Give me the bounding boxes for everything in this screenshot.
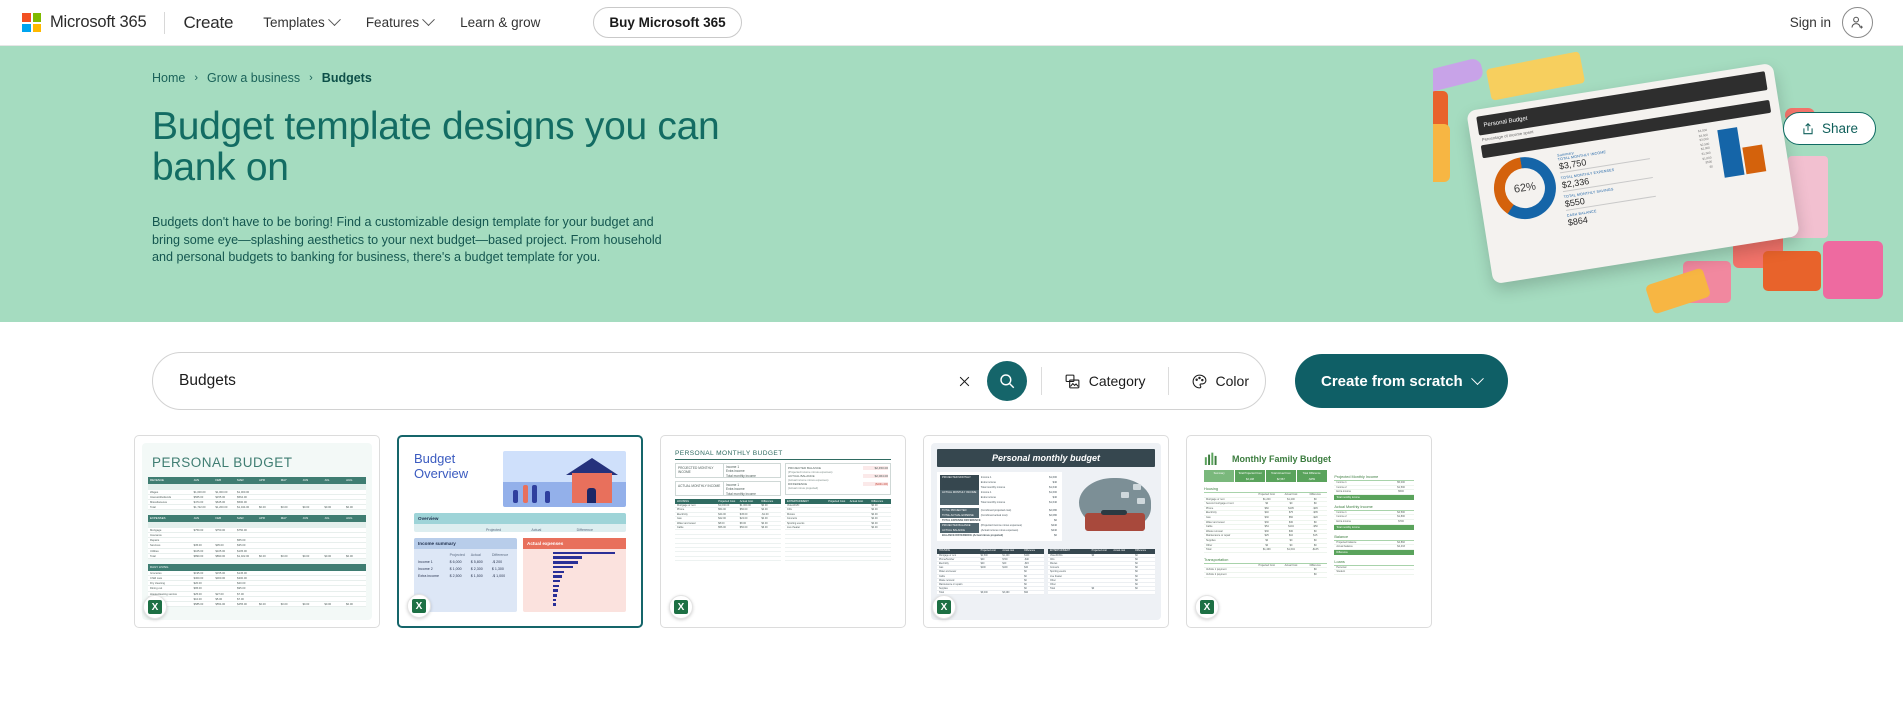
thumb-table-entertainment: ENTERTAINMENT Projected cost Actual cost Di… [1048, 549, 1155, 596]
nav-divider [164, 11, 166, 34]
summary-strip: Summary Total Projected Cost $2,108 Total… [1204, 470, 1327, 482]
category-images-icon [1065, 374, 1080, 388]
thumb-table: DAILY LIVING Groceries $195.00 $155.00 $145… [148, 563, 366, 608]
filter-category-label: Category [1088, 373, 1146, 389]
thumb-title: Monthly Family Budget [1232, 453, 1331, 464]
share-button[interactable]: Share [1782, 112, 1876, 145]
breadcrumb-separator: › [309, 72, 313, 84]
thumb-table-housing: HOUSING Projected Cost Actual Cost Differen… [675, 499, 781, 562]
clear-search-button[interactable] [951, 367, 979, 395]
page-title: Budget template designs you can bank on [152, 105, 720, 189]
template-thumbnail: PERSONAL MONTHLY BUDGET PROJECTED MONTHL… [668, 443, 898, 620]
thumb-table: EXPENSES JAN FEB MAR APR MAY JUN JUL AUG Mortgag… [148, 515, 366, 559]
toolbar-divider [1167, 367, 1169, 395]
nav-item-templates[interactable]: Templates [263, 13, 341, 30]
nav-item-learn-and-grow-label: Learn & grow [460, 15, 541, 30]
palette-icon [1192, 374, 1206, 388]
top-navigation-bar: Microsoft 365 Create Templates Features … [0, 0, 1903, 46]
thumb-table-housing: HOUSING Projected cost Actual cost Differen… [937, 549, 1044, 596]
template-card-personal-monthly-budget[interactable]: PERSONAL MONTHLY BUDGET PROJECTED MONTHL… [660, 435, 906, 628]
filter-color-label: Color [1215, 373, 1249, 389]
breadcrumb: Home › Grow a business › Budgets [152, 71, 1903, 85]
nav-items: Templates Features Learn & grow Buy Micr… [263, 7, 742, 38]
nav-right-group: Sign in [1790, 7, 1881, 38]
actual-expenses-chart: Actual expenses [523, 537, 626, 612]
thumb-title: Personal monthly budget [937, 449, 1155, 467]
create-link[interactable]: Create [183, 13, 233, 33]
breadcrumb-item-budgets: Budgets [321, 71, 372, 85]
nav-item-templates-label: Templates [263, 15, 325, 30]
thumb-title: PERSONAL MONTHLY BUDGET [675, 450, 891, 460]
excel-file-badge: X [143, 595, 167, 619]
template-card-monthly-family-budget[interactable]: Monthly Family Budget Summary Total Proj… [1186, 435, 1432, 628]
thumb-title: Budget Overview [414, 451, 469, 481]
chevron-down-icon [1470, 371, 1484, 385]
search-input[interactable] [179, 372, 951, 390]
nav-item-learn-and-grow[interactable]: Learn & grow [460, 15, 540, 30]
template-card-personal-budget[interactable]: PERSONAL BUDGET REVENUE JAN FEB MAR APR MAY JU… [134, 435, 380, 628]
magnifier-icon [1000, 374, 1014, 389]
excel-file-badge: X [932, 595, 956, 619]
breadcrumb-item-grow-a-business[interactable]: Grow a business [207, 71, 300, 85]
filter-color-button[interactable]: Color [1183, 373, 1257, 390]
template-thumbnail: PERSONAL BUDGET REVENUE JAN FEB MAR APR MAY JU… [142, 443, 372, 620]
template-card-budget-overview[interactable]: Budget Overview Overview Projected Actual… [397, 435, 643, 628]
excel-file-badge: X [407, 594, 431, 618]
thumb-title: PERSONAL BUDGET [152, 455, 293, 470]
search-toolbar: Category Color Create from scratch [0, 322, 1903, 410]
template-thumbnail: Budget Overview Overview Projected Actual… [406, 444, 634, 619]
family-house-illustration [503, 451, 626, 507]
thumb-table-entertainment: ENTERTAINMENT Projected Cost Actual Cost Di… [785, 499, 891, 562]
green-bars-icon [1204, 452, 1217, 465]
share-upload-icon [1803, 122, 1813, 134]
page-description: Budgets don't have to be boring! Find a … [152, 215, 662, 264]
breadcrumb-item-home[interactable]: Home [152, 71, 185, 85]
breadcrumb-separator: › [194, 72, 199, 84]
sign-in-link[interactable]: Sign in [1790, 15, 1831, 30]
brand-name: Microsoft 365 [50, 13, 147, 31]
template-results-grid: PERSONAL BUDGET REVENUE JAN FEB MAR APR MAY JU… [0, 410, 1903, 628]
template-card-personal-monthly-budget-dark[interactable]: Personal monthly budget PROJECTED MONTHL… [923, 435, 1169, 628]
excel-file-badge: X [1195, 595, 1219, 619]
microsoft-logo-icon [22, 13, 41, 32]
hero-banner: Personal Budget Percentage of income spe… [0, 46, 1903, 322]
buy-microsoft-365-button[interactable]: Buy Microsoft 365 [593, 7, 742, 38]
template-thumbnail: Monthly Family Budget Summary Total Proj… [1194, 443, 1424, 620]
person-add-icon [1851, 16, 1863, 29]
search-shell: Category Color [152, 352, 1266, 410]
nav-item-features[interactable]: Features [365, 13, 435, 30]
filter-category-button[interactable]: Category [1056, 373, 1154, 390]
overview-panel: Overview ProjectedActualDifference Reven… [414, 513, 626, 532]
close-x-icon [959, 376, 970, 386]
share-button-label: Share [1821, 121, 1858, 136]
account-avatar[interactable] [1842, 7, 1873, 38]
chevron-down-icon [422, 13, 435, 27]
chevron-down-icon [327, 13, 341, 27]
thumb-table: REVENUE JAN FEB MAR APR MAY JUN JUL AUG Wages $1,… [148, 477, 366, 511]
search-submit-button[interactable] [986, 361, 1027, 401]
microsoft-365-logo[interactable]: Microsoft 365 [22, 13, 147, 32]
nav-item-features-label: Features [365, 15, 420, 30]
create-from-scratch-label: Create from scratch [1321, 372, 1463, 390]
template-thumbnail: Personal monthly budget PROJECTED MONTHL… [931, 443, 1161, 620]
person-relaxing-illustration [1067, 472, 1155, 541]
excel-file-badge: X [669, 595, 693, 619]
toolbar-divider [1040, 367, 1042, 395]
create-from-scratch-button[interactable]: Create from scratch [1295, 354, 1508, 408]
